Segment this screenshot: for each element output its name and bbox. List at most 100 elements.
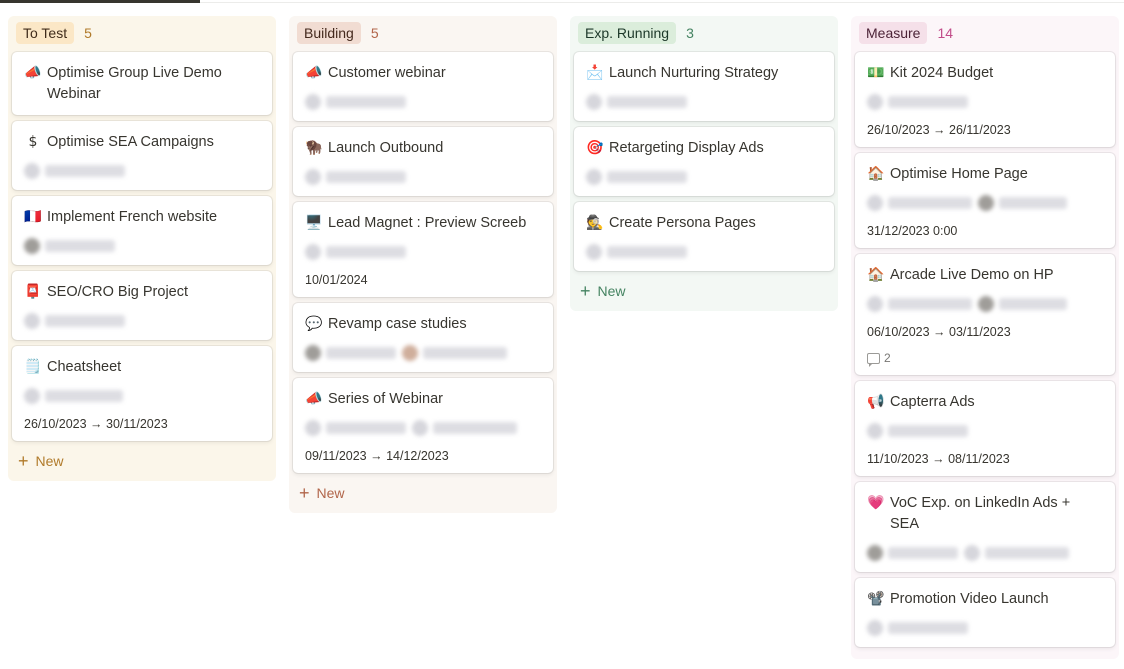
card-title-row: 📣 Series of Webinar	[305, 389, 541, 410]
assignee-name-redacted	[607, 96, 687, 108]
card-title-row: 📩 Launch Nurturing Strategy	[586, 63, 822, 84]
card-emoji-icon: 💗	[867, 495, 885, 511]
card-title-row: 💬 Revamp case studies	[305, 314, 541, 335]
kanban-card[interactable]: 💵 Kit 2024 Budget 26/10/2023 → 26/11/2023	[855, 52, 1115, 147]
kanban-card[interactable]: 🕵️ Create Persona Pages	[574, 202, 834, 271]
avatar	[24, 388, 40, 404]
kanban-card[interactable]: 🇫🇷 Implement French website	[12, 196, 272, 265]
column-measure: Measure 14 💵 Kit 2024 Budget 26/10/2023 → 26…	[851, 16, 1119, 659]
kanban-card[interactable]: 💗 VoC Exp. on LinkedIn Ads + SEA	[855, 482, 1115, 572]
assignee-name-redacted	[45, 240, 115, 252]
kanban-card[interactable]: 📣 Optimise Group Live Demo Webinar	[12, 52, 272, 115]
kanban-card[interactable]: 📣 Series of Webinar 09/11/2023 → 14/12/202…	[293, 378, 553, 473]
assignee-blurred	[24, 313, 125, 329]
kanban-board: To Test 5 📣 Optimise Group Live Demo Webina…	[8, 16, 1119, 659]
card-title-row: 📢 Capterra Ads	[867, 392, 1103, 413]
card-emoji-icon: 🕵️	[586, 215, 604, 231]
column-status-pill[interactable]: To Test	[16, 22, 75, 44]
avatar	[867, 296, 883, 312]
card-title-row: 🦬 Launch Outbound	[305, 138, 541, 159]
card-title: Launch Outbound	[328, 140, 444, 156]
assignee-name-redacted	[888, 622, 968, 634]
kanban-card[interactable]: 🏠 Arcade Live Demo on HP 06/10/2023 → 03/1…	[855, 254, 1115, 375]
assignee-name-redacted	[999, 197, 1067, 209]
avatar	[586, 244, 602, 260]
avatar	[867, 545, 883, 561]
active-view-tab-indicator[interactable]	[0, 0, 200, 3]
card-title: Customer webinar	[328, 65, 446, 81]
column-status-pill[interactable]: Measure	[859, 22, 928, 44]
card-emoji-icon: 📣	[305, 391, 323, 407]
column-header[interactable]: Measure 14	[855, 16, 1115, 50]
avatar	[586, 94, 602, 110]
column-card-count: 14	[937, 25, 954, 41]
kanban-card[interactable]: 🖥️ Lead Magnet : Preview Screeb 10/01/2024	[293, 202, 553, 297]
avatar	[24, 238, 40, 254]
card-title: Arcade Live Demo on HP	[890, 267, 1054, 283]
card-title: Optimise Group Live Demo Webinar	[47, 65, 222, 102]
card-assignees	[305, 419, 541, 437]
kanban-card[interactable]: 📩 Launch Nurturing Strategy	[574, 52, 834, 121]
column-status-pill[interactable]: Building	[297, 22, 361, 44]
card-comments[interactable]: 2	[867, 351, 1103, 367]
kanban-card[interactable]: 📽️ Promotion Video Launch	[855, 578, 1115, 647]
kanban-card[interactable]: 📮 SEO/CRO Big Project	[12, 271, 272, 340]
card-title-row: 🕵️ Create Persona Pages	[586, 213, 822, 234]
card-emoji-icon: 🎯	[586, 140, 604, 156]
assignee-name-redacted	[888, 197, 972, 209]
card-title-row: $ Optimise SEA Campaigns	[24, 132, 260, 153]
plus-icon: +	[580, 281, 591, 301]
kanban-card[interactable]: 📣 Customer webinar	[293, 52, 553, 121]
kanban-card[interactable]: 💬 Revamp case studies	[293, 303, 553, 372]
card-emoji-icon: 📮	[24, 284, 42, 300]
kanban-card[interactable]: 🦬 Launch Outbound	[293, 127, 553, 196]
card-assignees	[867, 194, 1103, 212]
kanban-card[interactable]: 🏠 Optimise Home Page 31/12/2023 0:00	[855, 153, 1115, 248]
card-title: Optimise Home Page	[890, 166, 1028, 182]
column-status-pill[interactable]: Exp. Running	[578, 22, 677, 44]
avatar	[978, 296, 994, 312]
card-title-row: 🗒️ Cheatsheet	[24, 357, 260, 378]
card-emoji-icon: 🏠	[867, 166, 885, 182]
avatar	[412, 420, 428, 436]
card-title-row: 📮 SEO/CRO Big Project	[24, 282, 260, 303]
column-header[interactable]: Building 5	[293, 16, 553, 50]
comment-count: 2	[884, 351, 891, 365]
kanban-card[interactable]: 🗒️ Cheatsheet 26/10/2023 → 30/11/2023	[12, 346, 272, 441]
column-header[interactable]: Exp. Running 3	[574, 16, 834, 50]
new-card-button[interactable]: + New	[12, 452, 272, 470]
avatar	[867, 620, 883, 636]
card-assignees	[867, 295, 1103, 313]
kanban-card[interactable]: 🎯 Retargeting Display Ads	[574, 127, 834, 196]
card-date: 10/01/2024	[305, 273, 368, 287]
card-emoji-icon: 🏠	[867, 267, 885, 283]
column-header[interactable]: To Test 5	[12, 16, 272, 50]
card-title: Launch Nurturing Strategy	[609, 65, 779, 81]
card-emoji-icon: 📣	[24, 65, 42, 81]
new-card-button[interactable]: + New	[574, 281, 834, 301]
card-title: Optimise SEA Campaigns	[47, 134, 214, 150]
card-assignees	[305, 93, 541, 111]
new-card-button[interactable]: + New	[293, 484, 553, 502]
avatar	[867, 94, 883, 110]
assignee-name-redacted	[607, 246, 687, 258]
avatar	[978, 195, 994, 211]
assignee-name-redacted	[45, 390, 123, 402]
new-card-label: New	[316, 485, 345, 501]
assignee-blurred	[867, 545, 958, 561]
top-divider	[200, 2, 1124, 3]
card-date: 26/10/2023 → 26/11/2023	[867, 123, 1011, 137]
card-assignees	[24, 162, 260, 180]
assignee-blurred	[305, 345, 396, 361]
card-emoji-icon: 🇫🇷	[24, 209, 42, 225]
kanban-card[interactable]: $ Optimise SEA Campaigns	[12, 121, 272, 190]
assignee-name-redacted	[326, 422, 406, 434]
assignee-name-redacted	[326, 96, 406, 108]
assignee-name-redacted	[326, 171, 406, 183]
kanban-card[interactable]: 📢 Capterra Ads 11/10/2023 → 08/11/2023	[855, 381, 1115, 476]
assignee-blurred	[964, 545, 1069, 561]
assignee-blurred	[586, 244, 687, 260]
assignee-name-redacted	[888, 298, 972, 310]
assignee-blurred	[305, 94, 406, 110]
card-assignees	[586, 93, 822, 111]
